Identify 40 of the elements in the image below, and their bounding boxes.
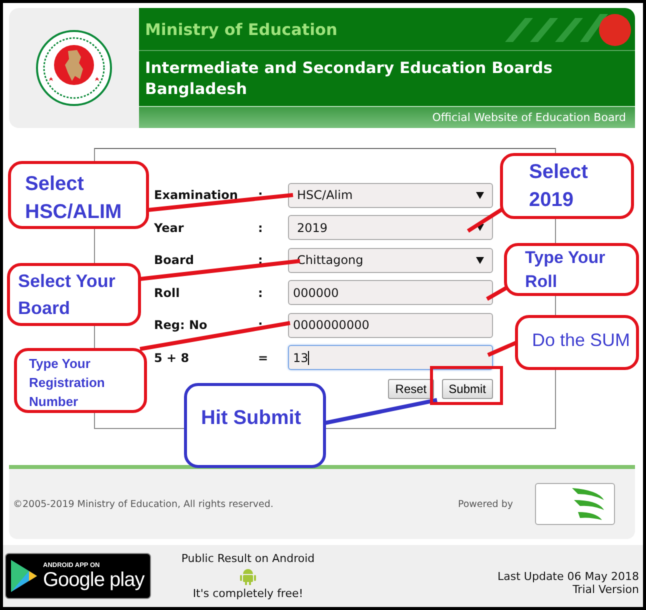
version-text: Trial Version (572, 583, 639, 596)
callout: Hit Submit (184, 383, 326, 468)
dropdown[interactable]: Chittagong (288, 248, 493, 273)
field-label: Board (154, 253, 195, 268)
separator: = (258, 350, 270, 365)
field-label: Roll (154, 286, 181, 300)
callout: Select Your Board (7, 263, 141, 326)
dropdown-arrow-icon (476, 224, 484, 232)
dropdown[interactable]: HSC/Alim (288, 182, 493, 208)
callout: Type Your Roll (504, 243, 639, 296)
ministry-name: Ministry of Education (145, 20, 338, 38)
callout: Select HSC/ALIM (8, 161, 149, 229)
play-triangle-icon (9, 559, 39, 593)
input-field[interactable]: 000000 (288, 280, 493, 306)
callout: Do the SUM (515, 315, 639, 370)
field-label: Year (154, 220, 185, 235)
callout: Type Your Registration Number (14, 348, 147, 413)
callout: Select 2019 (500, 153, 634, 219)
field-label: Examination (154, 188, 239, 202)
app-note: It's completely free! (192, 587, 304, 600)
tagline: Official Website of Education Board (432, 111, 626, 124)
submit-button[interactable]: Submit (442, 379, 493, 399)
last-update-text: Last Update 06 May 2018 (498, 570, 639, 583)
field-label: 5 + 8 (154, 350, 190, 365)
separator: : (258, 286, 264, 300)
dropdown-arrow-icon (476, 192, 484, 199)
site-title: Intermediate and Secondary Education Boards Bangladesh (145, 58, 554, 100)
input-field[interactable]: 0000000000 (288, 312, 493, 338)
separator: : (258, 220, 264, 235)
reset-button[interactable]: Reset (388, 379, 434, 399)
field-label: Reg: No (154, 318, 208, 332)
emblem-icon (35, 29, 113, 107)
dropdown-arrow-icon (476, 256, 484, 264)
powered-by-label: Powered by (458, 498, 513, 510)
badge-label: Google play (43, 568, 144, 590)
android-icon (239, 567, 257, 585)
dropdown[interactable]: 2019 (288, 215, 493, 240)
app-title: Public Result on Android (181, 552, 315, 565)
input-field[interactable]: 13 (288, 345, 493, 370)
copyright-text: ©2005-2019 Ministry of Education, All rights reserved. (13, 498, 274, 510)
